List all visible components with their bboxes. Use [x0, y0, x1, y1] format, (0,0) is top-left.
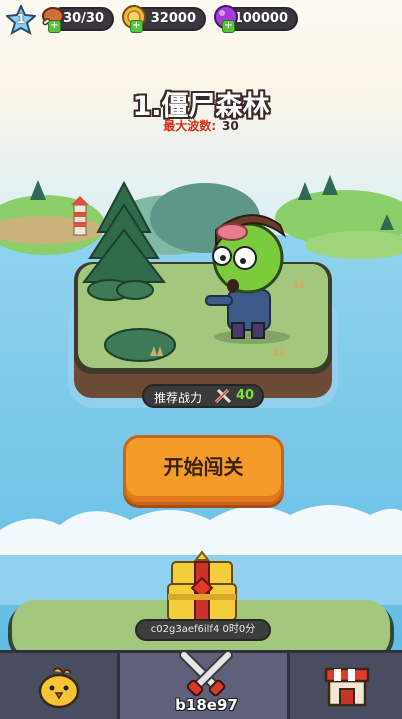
crossed-swords-icon	[179, 650, 233, 697]
chick-icon	[38, 667, 80, 709]
start-challenge-button[interactable]: 开始闯关	[123, 435, 284, 505]
add-stamina-button[interactable]: +	[48, 20, 61, 33]
level-value: 1	[16, 12, 26, 26]
tab-character[interactable]	[0, 653, 117, 719]
power-icon	[214, 388, 232, 404]
add-gems-button[interactable]: +	[222, 20, 235, 33]
max-waves: 最大波数: 30	[0, 117, 402, 134]
max-waves-value: 30	[222, 119, 239, 133]
stamina-value: 30/30	[63, 11, 104, 26]
coin-value: 32000	[150, 11, 196, 26]
bottom-nav: b18e97	[0, 650, 402, 719]
chest-icon[interactable]	[162, 550, 242, 624]
gem-value: 100000	[233, 11, 288, 26]
power-value: 40	[236, 388, 255, 403]
level-badge[interactable]: 1	[4, 3, 38, 36]
tab-shop[interactable]	[290, 653, 402, 719]
tab-battle[interactable]: b18e97	[117, 650, 290, 719]
add-coins-button[interactable]: +	[130, 20, 143, 33]
recommended-power: 推荐战力 40	[142, 384, 264, 408]
max-waves-label: 最大波数:	[163, 119, 217, 133]
power-label: 推荐战力	[154, 391, 203, 405]
tab-battle-label: b18e97	[175, 696, 238, 714]
shop-icon	[324, 667, 370, 707]
chest-timer: c02g3aef6ilf4 0时0分	[135, 619, 271, 641]
